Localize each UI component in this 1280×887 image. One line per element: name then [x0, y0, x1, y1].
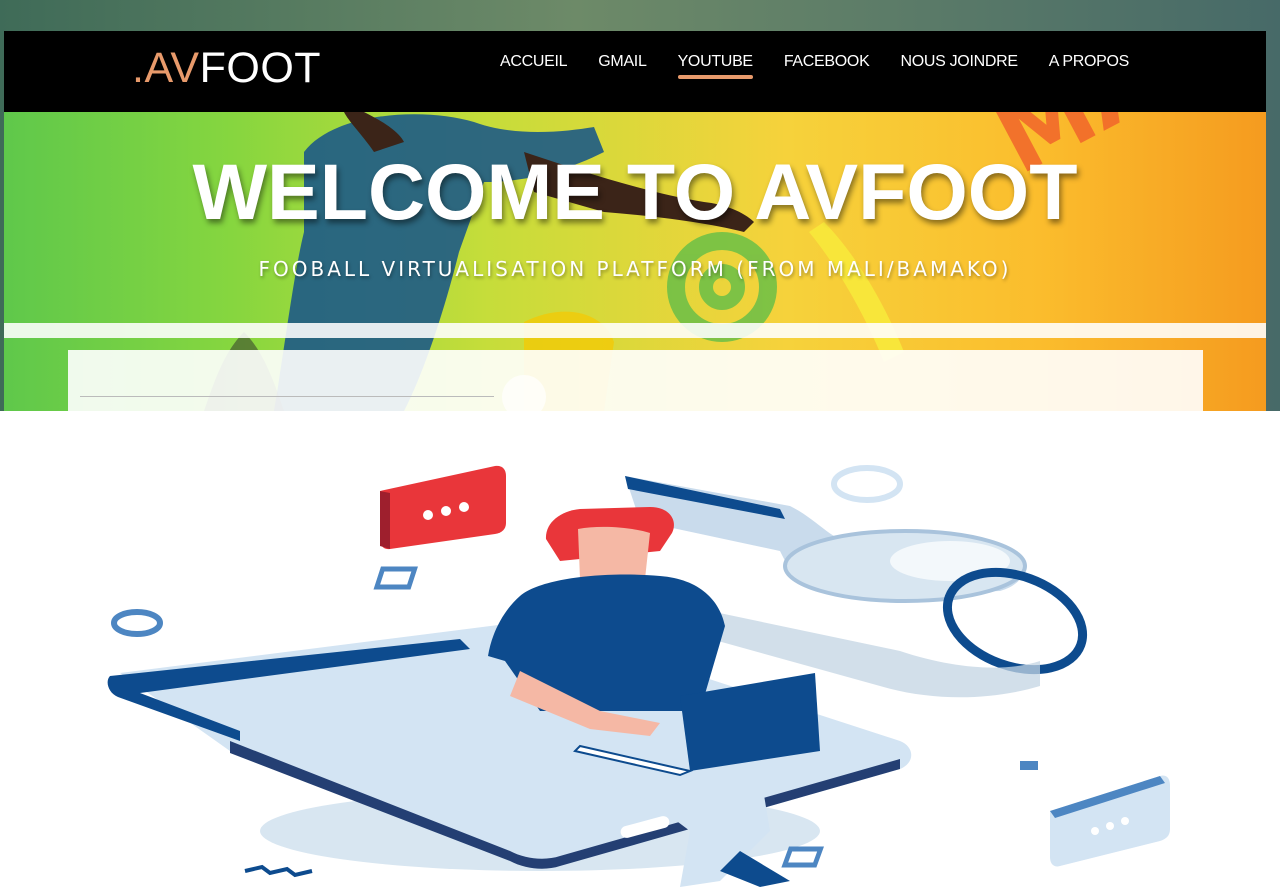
- ring-decoration-top: [831, 465, 903, 503]
- navbar: .AVFOOT ACCUEIL GMAIL YOUTUBE FACEBOOK N…: [4, 31, 1266, 112]
- nav-link-nous-joindre[interactable]: NOUS JOINDRE: [900, 51, 1018, 77]
- chat-bubble-red-icon: [380, 465, 506, 550]
- hero-section: MALI WELCOME TO AVFOOT FOOBALL VIRTUALIS…: [4, 112, 1266, 411]
- card-divider-line: [80, 396, 494, 397]
- main-nav: ACCUEIL GMAIL YOUTUBE FACEBOOK NOUS JOIN…: [500, 51, 1160, 79]
- at-symbol-graphic: [667, 232, 777, 342]
- square-decoration-1: [373, 566, 418, 590]
- site-logo[interactable]: .AVFOOT: [132, 44, 321, 92]
- square-decoration-2: [781, 846, 824, 868]
- site-frame: .AVFOOT ACCUEIL GMAIL YOUTUBE FACEBOOK N…: [4, 31, 1266, 411]
- ring-decoration-left: [111, 609, 163, 637]
- square-decoration-3: [1020, 761, 1038, 770]
- chat-bubble-blue-icon: [1050, 775, 1170, 867]
- logo-prefix: .AV: [132, 44, 200, 92]
- content-card: [68, 350, 1203, 411]
- nav-link-youtube[interactable]: YOUTUBE: [677, 51, 753, 79]
- hero-divider-strip: [4, 323, 1266, 338]
- hero-subtitle: FOOBALL VIRTUALISATION PLATFORM (FROM MA…: [258, 257, 1012, 281]
- nav-link-facebook[interactable]: FACEBOOK: [784, 51, 870, 77]
- hero-title: WELCOME TO AVFOOT: [192, 147, 1078, 236]
- nav-link-a-propos[interactable]: A PROPOS: [1049, 51, 1130, 77]
- zigzag-decoration: [244, 864, 313, 878]
- yellow-stroke-shape: [809, 222, 904, 362]
- nav-link-accueil[interactable]: ACCUEIL: [500, 51, 568, 77]
- logo-suffix: FOOT: [199, 44, 322, 92]
- nav-link-gmail[interactable]: GMAIL: [598, 51, 647, 77]
- login-illustration: [107, 465, 1170, 887]
